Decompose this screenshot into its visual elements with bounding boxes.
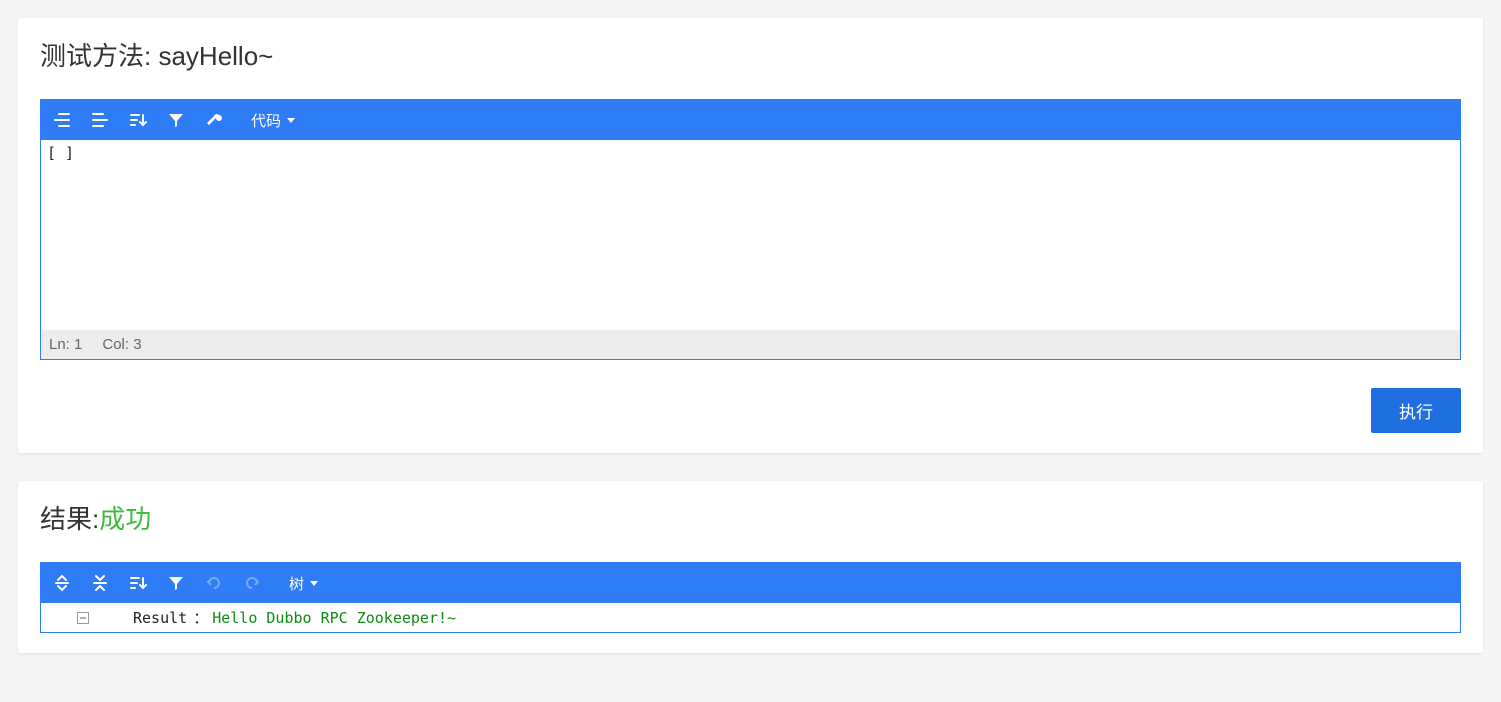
chevron-down-icon — [287, 118, 295, 123]
tree-key: Result — [133, 609, 187, 627]
test-method-title: 测试方法: sayHello~ — [40, 36, 1461, 73]
wrench-icon[interactable] — [203, 109, 225, 131]
tree-mode-label: 树 — [289, 573, 304, 594]
editor-status-bar: Ln: 1 Col: 3 — [41, 330, 1460, 359]
chevron-down-icon — [310, 581, 318, 586]
execute-button[interactable]: 执行 — [1371, 388, 1461, 433]
result-status: 成功 — [99, 504, 151, 534]
expand-all-icon[interactable] — [51, 572, 73, 594]
result-body: Result ： Hello Dubbo RPC Zookeeper!~ — [41, 603, 1460, 632]
filter-icon[interactable] — [165, 572, 187, 594]
collapse-box-icon[interactable] — [77, 612, 89, 624]
actions-row: 执行 — [40, 388, 1461, 433]
code-mode-dropdown[interactable]: 代码 — [251, 110, 295, 131]
editor-content: [ ] — [47, 144, 74, 162]
format-indent-icon[interactable] — [51, 109, 73, 131]
result-title: 结果:成功 — [40, 499, 1461, 536]
filter-icon[interactable] — [165, 109, 187, 131]
input-editor: 代码 [ ] Ln: 1 Col: 3 — [40, 99, 1461, 360]
test-method-card: 测试方法: sayHello~ 代码 [ ] — [18, 18, 1483, 453]
format-outdent-icon[interactable] — [89, 109, 111, 131]
tree-value: Hello Dubbo RPC Zookeeper!~ — [212, 609, 456, 627]
result-title-prefix: 结果: — [40, 504, 99, 534]
input-editor-body[interactable]: [ ] — [41, 140, 1460, 330]
title-prefix: 测试方法: — [40, 41, 158, 71]
input-editor-toolbar: 代码 — [41, 100, 1460, 140]
tree-colon: ： — [193, 607, 208, 628]
tree-row[interactable]: Result ： Hello Dubbo RPC Zookeeper!~ — [47, 607, 1454, 628]
method-name: sayHello~ — [158, 41, 273, 71]
column-indicator: Col: 3 — [102, 336, 141, 353]
tree-mode-dropdown[interactable]: 树 — [289, 573, 318, 594]
tree-gutter — [47, 612, 95, 624]
undo-icon — [203, 572, 225, 594]
redo-icon — [241, 572, 263, 594]
result-viewer: 树 Result ： Hello Dubbo RPC Zookeeper!~ — [40, 562, 1461, 633]
sort-icon[interactable] — [127, 109, 149, 131]
code-mode-label: 代码 — [251, 110, 281, 131]
sort-icon[interactable] — [127, 572, 149, 594]
result-toolbar: 树 — [41, 563, 1460, 603]
collapse-all-icon[interactable] — [89, 572, 111, 594]
line-indicator: Ln: 1 — [49, 336, 82, 353]
result-card: 结果:成功 树 — [18, 481, 1483, 653]
